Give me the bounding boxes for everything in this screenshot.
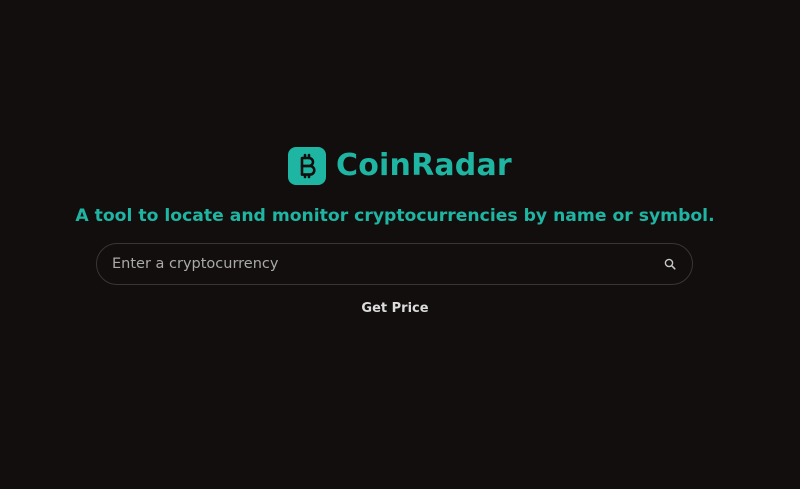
bitcoin-icon [288, 147, 326, 185]
search-bar [96, 243, 693, 285]
search-icon[interactable] [662, 256, 678, 272]
search-input[interactable] [112, 244, 642, 284]
app-title: CoinRadar [336, 148, 512, 183]
brand-header: CoinRadar [288, 147, 512, 185]
tagline: A tool to locate and monitor cryptocurre… [75, 206, 715, 226]
main-content: CoinRadar A tool to locate and monitor c… [0, 0, 800, 489]
get-price-button[interactable]: Get Price [345, 300, 445, 318]
